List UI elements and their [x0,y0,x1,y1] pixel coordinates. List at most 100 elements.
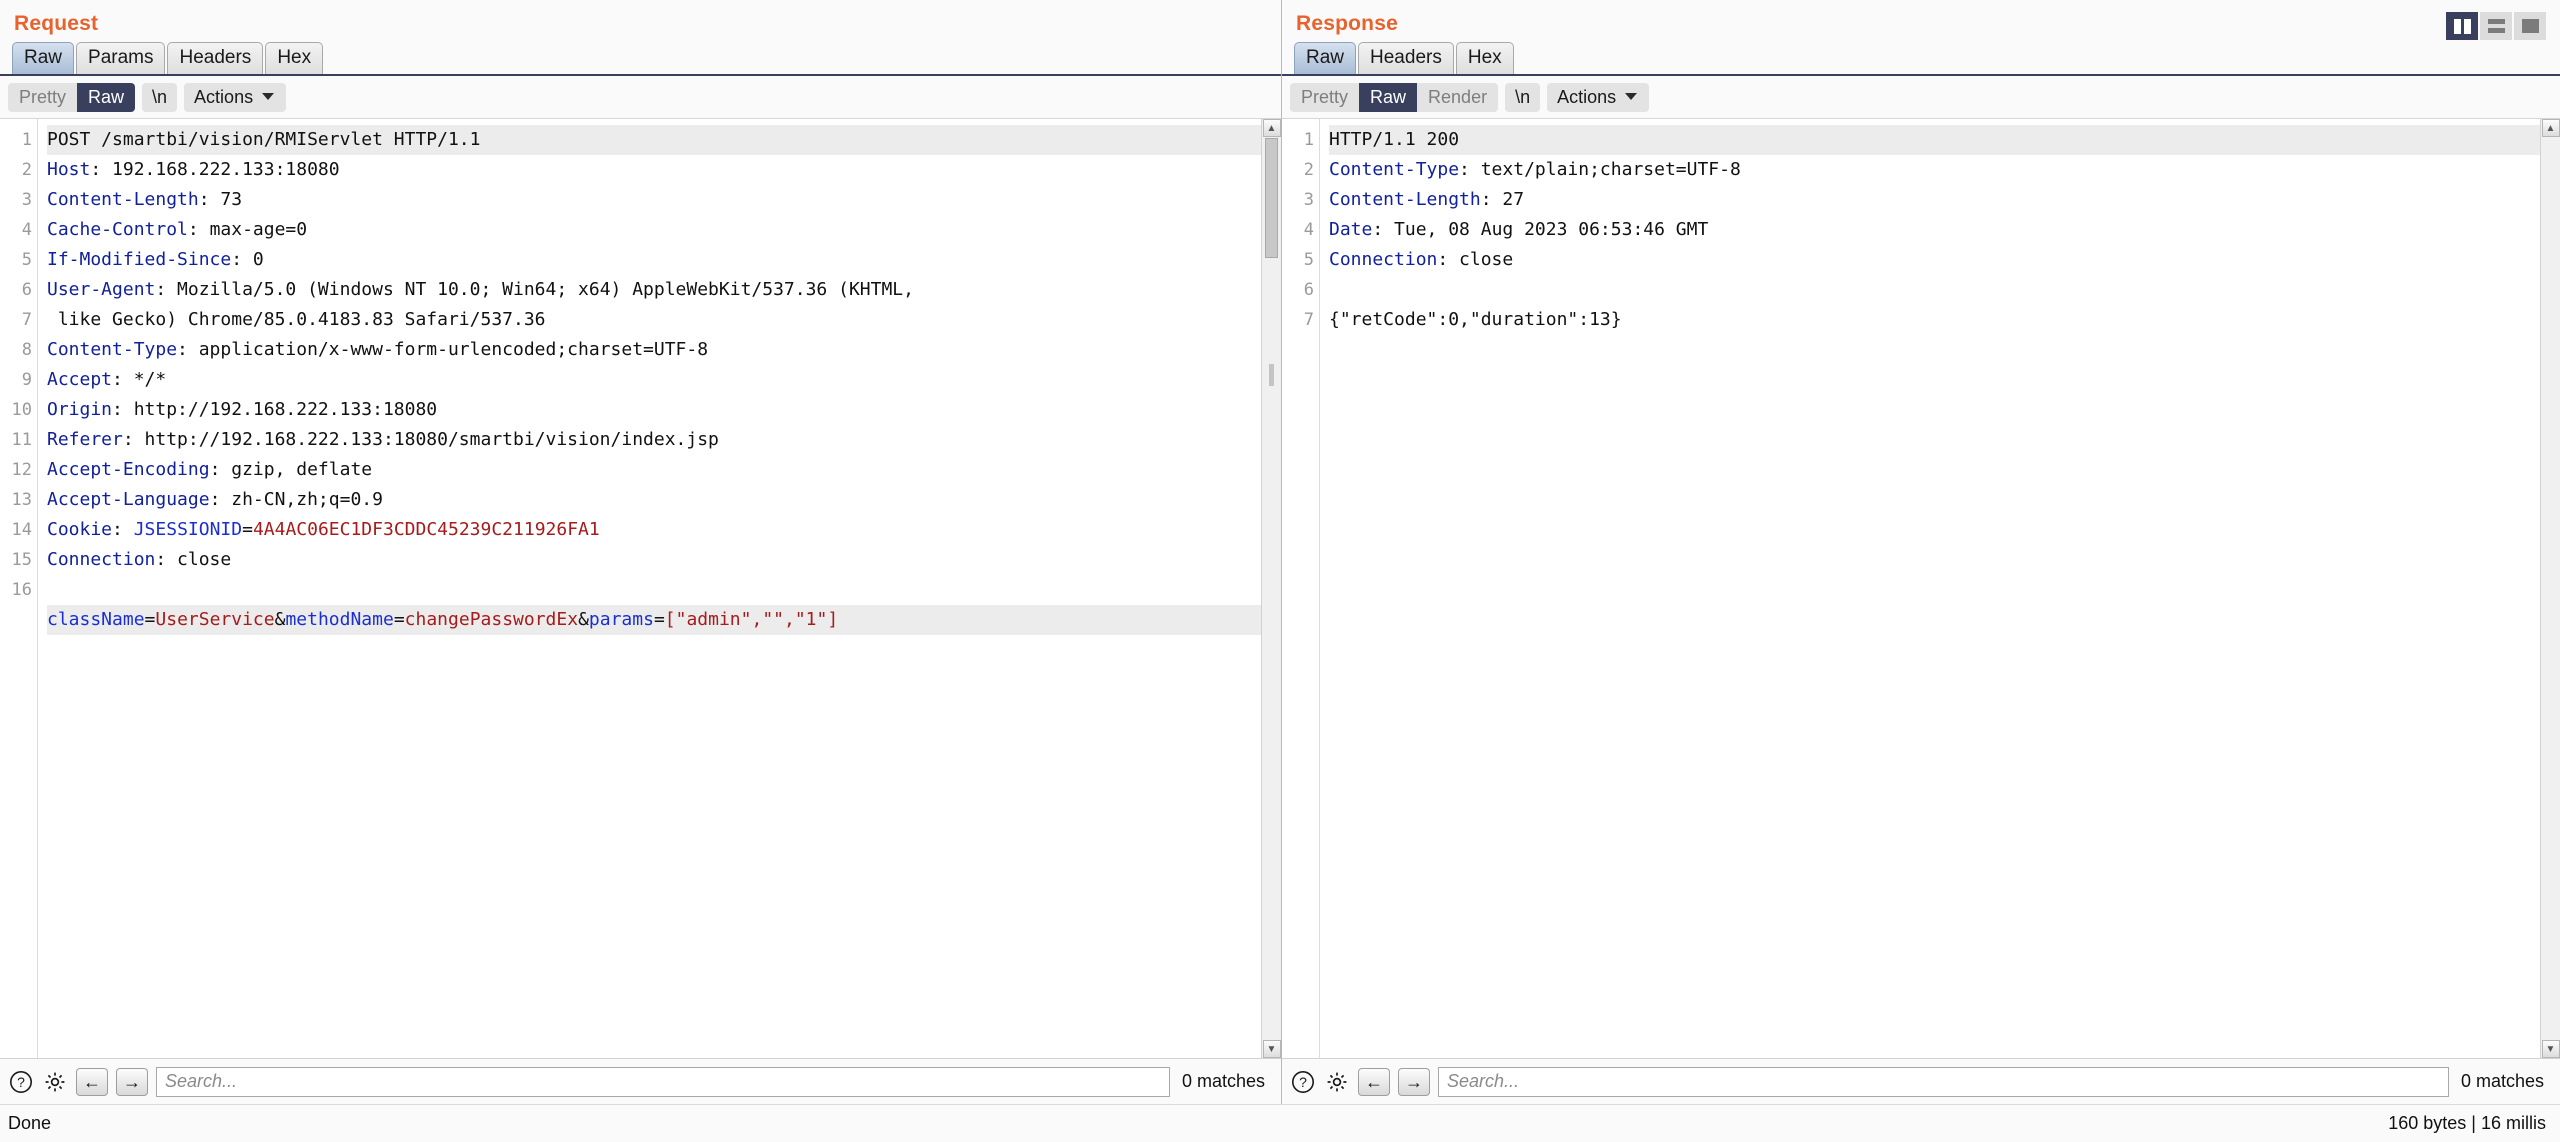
response-search-next-button[interactable]: → [1398,1068,1430,1096]
request-search-prev-button[interactable]: ← [76,1068,108,1096]
scroll-down-icon[interactable]: ▼ [1263,1040,1281,1058]
request-code-span: : max-age=0 [188,219,307,240]
request-tabstrip: RawParamsHeadersHex [0,42,1281,76]
burp-message-editor: Request RawParamsHeadersHex Pretty Raw \… [0,0,2560,1142]
request-code-line: If-Modified-Since: 0 [47,245,1261,275]
request-tab-headers[interactable]: Headers [167,42,263,74]
response-code-span: : 27 [1481,189,1524,210]
response-search-prev-button[interactable]: ← [1358,1068,1390,1096]
request-scroll-marker [1269,364,1274,386]
response-search-input[interactable] [1438,1067,2449,1097]
request-line-number: 4 [0,215,32,245]
response-code-span: Connection [1329,249,1437,270]
layout-split-horizontal-button[interactable] [2480,12,2512,40]
request-line-number: 13 [0,485,32,515]
request-match-count: 0 matches [1178,1071,1271,1092]
request-tab-hex[interactable]: Hex [265,42,323,74]
request-code-line: Cache-Control: max-age=0 [47,215,1261,245]
request-pane: Request RawParamsHeadersHex Pretty Raw \… [0,0,1282,1104]
response-line-number: 2 [1282,155,1314,185]
response-match-count: 0 matches [2457,1071,2550,1092]
response-tab-raw[interactable]: Raw [1294,42,1356,74]
request-tab-raw[interactable]: Raw [12,42,74,74]
response-newline-button[interactable]: \n [1505,83,1540,112]
request-code-text[interactable]: POST /smartbi/vision/RMIServlet HTTP/1.1… [38,119,1261,1058]
request-code-line: Cookie: JSESSIONID=4A4AC06EC1DF3CDDC4523… [47,515,1261,545]
response-help-button[interactable]: ? [1290,1069,1316,1095]
chevron-down-icon [262,93,274,100]
request-code-span: POST /smartbi/vision/RMIServlet HTTP/1.1 [47,129,480,150]
request-scroll-thumb[interactable] [1265,138,1278,258]
request-line-number: 1 [0,125,32,155]
request-editor: 12345678910111213141516 POST /smartbi/vi… [0,118,1281,1058]
layout-single-pane-button[interactable] [2514,12,2546,40]
request-settings-button[interactable] [42,1069,68,1095]
response-tab-hex[interactable]: Hex [1456,42,1514,74]
request-actions-button[interactable]: Actions [184,83,286,112]
request-search-next-button[interactable]: → [116,1068,148,1096]
response-line-number: 6 [1282,275,1314,305]
scroll-up-icon[interactable]: ▲ [2542,119,2560,137]
response-code-text[interactable]: HTTP/1.1 200Content-Type: text/plain;cha… [1320,119,2540,1058]
single-pane-icon [2522,19,2539,33]
layout-button-group [2444,12,2546,40]
request-vertical-scrollbar[interactable]: ▲ ▼ [1261,119,1281,1058]
request-code-span: If-Modified-Since [47,249,231,270]
svg-text:?: ? [17,1074,25,1090]
request-code-span: = [654,609,665,630]
request-code-line: Content-Type: application/x-www-form-url… [47,335,1261,365]
request-code-span: : http://192.168.222.133:18080/smartbi/v… [123,429,719,450]
request-code-line: className=UserService&methodName=changeP… [47,605,1261,635]
request-code-area[interactable]: 12345678910111213141516 POST /smartbi/vi… [0,119,1261,1058]
request-search-input[interactable] [156,1067,1170,1097]
response-vertical-scrollbar[interactable]: ▲ ▼ [2540,119,2560,1058]
request-code-span: : Mozilla/5.0 (Windows NT 10.0; Win64; x… [155,279,914,300]
response-title: Response [1282,0,2560,42]
response-code-line: Connection: close [1329,245,2540,275]
request-code-span: = [145,609,156,630]
response-raw-button[interactable]: Raw [1359,83,1417,112]
response-code-area[interactable]: 1234567 HTTP/1.1 200Content-Type: text/p… [1282,119,2540,1058]
response-code-line: Content-Length: 27 [1329,185,2540,215]
response-actions-button[interactable]: Actions [1547,83,1649,112]
request-line-number: 7 [0,305,32,335]
request-code-span: : application/x-www-form-urlencoded;char… [177,339,708,360]
request-code-line: Content-Length: 73 [47,185,1261,215]
response-settings-button[interactable] [1324,1069,1350,1095]
request-code-line: Referer: http://192.168.222.133:18080/sm… [47,425,1261,455]
request-code-span: : 73 [199,189,242,210]
request-code-line: User-Agent: Mozilla/5.0 (Windows NT 10.0… [47,275,1261,305]
response-line-number: 1 [1282,125,1314,155]
response-tab-headers[interactable]: Headers [1358,42,1454,74]
request-actions-label: Actions [194,87,253,107]
response-line-number: 3 [1282,185,1314,215]
request-line-number: 14 [0,515,32,545]
request-tab-params[interactable]: Params [76,42,165,74]
response-code-line: HTTP/1.1 200 [1329,125,2540,155]
response-tabstrip: RawHeadersHex [1282,42,2560,76]
svg-text:?: ? [1299,1074,1307,1090]
scroll-up-icon[interactable]: ▲ [1263,119,1281,137]
request-code-line: like Gecko) Chrome/85.0.4183.83 Safari/5… [47,305,1261,335]
status-bar: Done 160 bytes | 16 millis [0,1104,2560,1142]
response-line-number: 5 [1282,245,1314,275]
request-code-span: Referer [47,429,123,450]
response-pretty-button[interactable]: Pretty [1290,83,1359,112]
request-code-span: like Gecko) Chrome/85.0.4183.83 Safari/5… [47,309,546,330]
request-pretty-button[interactable]: Pretty [8,83,77,112]
request-title: Request [0,0,1281,42]
request-code-line: Host: 192.168.222.133:18080 [47,155,1261,185]
layout-split-vertical-button[interactable] [2446,12,2478,40]
response-code-span: : Tue, 08 Aug 2023 06:53:46 GMT [1372,219,1708,240]
request-code-span: 4A4AC06EC1DF3CDDC45239C211926FA1 [253,519,600,540]
request-code-span: : http://192.168.222.133:18080 [112,399,437,420]
request-raw-button[interactable]: Raw [77,83,135,112]
scroll-down-icon[interactable]: ▼ [2542,1040,2560,1058]
request-newline-button[interactable]: \n [142,83,177,112]
response-render-button[interactable]: Render [1417,83,1498,112]
request-code-span: className [47,609,145,630]
request-code-line: POST /smartbi/vision/RMIServlet HTTP/1.1 [47,125,1261,155]
request-line-numbers: 12345678910111213141516 [0,119,38,1058]
request-help-button[interactable]: ? [8,1069,34,1095]
response-code-span: Content-Type [1329,159,1459,180]
